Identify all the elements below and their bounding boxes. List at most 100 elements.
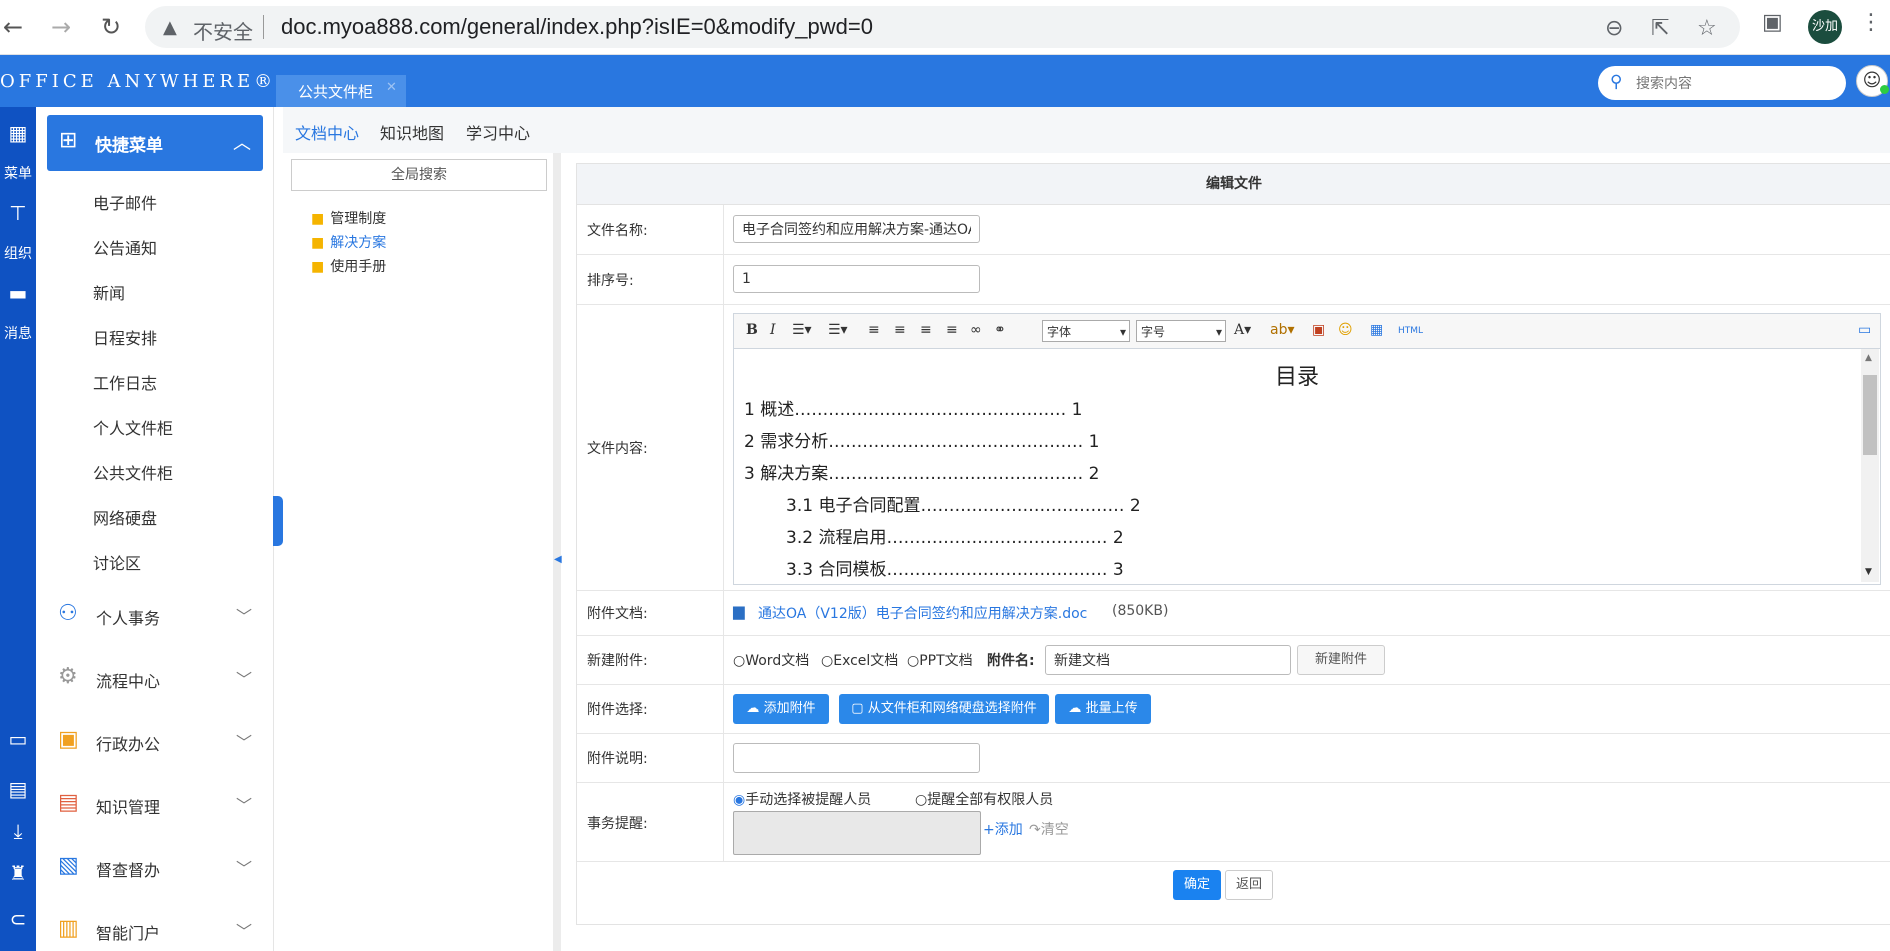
close-icon[interactable]: ✕ bbox=[386, 80, 397, 95]
rail-label-menu[interactable]: 菜单 bbox=[0, 163, 36, 183]
attachment-desc-input[interactable] bbox=[733, 743, 980, 773]
reminder-users-box[interactable] bbox=[733, 811, 981, 855]
table-icon[interactable]: ▦ bbox=[1370, 322, 1383, 338]
toggle-icon[interactable]: ⊂ bbox=[0, 907, 36, 931]
html-source-icon[interactable]: HTML bbox=[1398, 326, 1423, 336]
bold-icon[interactable]: B bbox=[746, 322, 758, 338]
rail-label-message[interactable]: 消息 bbox=[0, 323, 36, 343]
fullscreen-icon[interactable]: ▭ bbox=[1858, 322, 1871, 338]
link-icon[interactable]: ∞ bbox=[970, 322, 982, 338]
shirt-icon[interactable]: ♜ bbox=[0, 861, 36, 885]
divider bbox=[723, 783, 724, 861]
confirm-button[interactable]: 确定 bbox=[1173, 870, 1221, 900]
attachment-link[interactable]: 通达OA（V12版）电子合同签约和应用解决方案.doc bbox=[758, 603, 1087, 623]
quick-menu-header[interactable]: ⊞ 快捷菜单 ︿ bbox=[47, 115, 263, 171]
unlink-icon[interactable]: ⚭ bbox=[994, 322, 1006, 338]
select-from-cabinet-button[interactable]: ▢ 从文件柜和网络硬盘选择附件 bbox=[839, 694, 1049, 724]
radio-excel[interactable]: ○Excel文档 bbox=[821, 650, 898, 670]
align-right-icon[interactable]: ≡ bbox=[920, 322, 932, 338]
tab-public-cabinet[interactable]: 公共文件柜 ✕ bbox=[276, 75, 406, 107]
back-button[interactable]: 返回 bbox=[1225, 870, 1273, 900]
attach-name-input[interactable] bbox=[1045, 645, 1291, 675]
highlight-icon[interactable]: ab▾ bbox=[1270, 322, 1295, 338]
align-center-icon[interactable]: ≡ bbox=[894, 322, 906, 338]
font-size-select[interactable]: 字号 ▾ bbox=[1136, 320, 1226, 342]
add-attachment-button[interactable]: ☁ 添加附件 bbox=[733, 694, 829, 724]
editor-content[interactable]: 目录 1 概述………………………………………… 1 2 需求分析……………………… bbox=[734, 349, 1860, 582]
collapse-left-icon[interactable]: ◀ bbox=[554, 554, 562, 565]
menu-collapse-handle[interactable] bbox=[273, 496, 283, 546]
menu-item-email[interactable]: 电子邮件 bbox=[93, 190, 157, 214]
menu-item-forum[interactable]: 讨论区 bbox=[93, 550, 141, 574]
editor-scrollbar[interactable]: ▲ ▼ bbox=[1861, 349, 1879, 582]
section-workflow[interactable]: ⚙ 流程中心 ﹀ bbox=[36, 658, 273, 698]
italic-icon[interactable]: I bbox=[770, 322, 776, 338]
order-input[interactable] bbox=[733, 265, 980, 293]
search-input[interactable] bbox=[1634, 70, 1838, 98]
batch-upload-button[interactable]: ☁ 批量上传 bbox=[1055, 694, 1151, 724]
menu-item-netdisk[interactable]: 网络硬盘 bbox=[93, 505, 157, 529]
message-icon[interactable]: ▬ bbox=[0, 281, 36, 305]
tab-doc-center[interactable]: 文档中心 bbox=[295, 120, 359, 144]
radio-ppt[interactable]: ○PPT文档 bbox=[907, 650, 973, 670]
side-panel-icon[interactable]: ▣ bbox=[1762, 10, 1783, 35]
monitor-icon[interactable]: ▭ bbox=[0, 727, 36, 751]
global-search-box[interactable]: ⚲ bbox=[1598, 66, 1846, 100]
tab-knowledge-map[interactable]: 知识地图 bbox=[380, 120, 444, 144]
rich-text-editor[interactable]: B I ☰▾ ☰▾ ≡ ≡ ≡ ≡ ∞ ⚭ 字体 ▾ 字号 ▾ A▾ ab▾ ▣ ☺… bbox=[733, 313, 1881, 585]
notes-icon[interactable]: ▤ bbox=[0, 777, 36, 801]
menu-item-personal-cabinet[interactable]: 个人文件柜 bbox=[93, 415, 173, 439]
folder-item[interactable]: ■ 使用手册 bbox=[311, 256, 386, 276]
unordered-list-icon[interactable]: ☰▾ bbox=[828, 322, 848, 338]
scroll-up-icon[interactable]: ▲ bbox=[1865, 353, 1872, 363]
panel-splitter[interactable] bbox=[553, 153, 561, 951]
image-icon[interactable]: ▣ bbox=[1312, 322, 1325, 338]
align-left-icon[interactable]: ≡ bbox=[868, 322, 880, 338]
section-personal[interactable]: ⚇ 个人事务 ﹀ bbox=[36, 595, 273, 635]
ordered-list-icon[interactable]: ☰▾ bbox=[792, 322, 812, 338]
align-justify-icon[interactable]: ≡ bbox=[946, 322, 958, 338]
radio-remind-all[interactable]: ○提醒全部有权限人员 bbox=[915, 789, 1053, 809]
folder-item-selected[interactable]: ■ 解决方案 bbox=[311, 232, 386, 252]
menu-item-public-cabinet[interactable]: 公共文件柜 bbox=[93, 460, 173, 484]
menu-item-notice[interactable]: 公告通知 bbox=[93, 235, 157, 259]
section-portal[interactable]: ▥ 智能门户 ﹀ bbox=[36, 910, 273, 950]
clear-reminder-link[interactable]: ↷清空 bbox=[1029, 819, 1069, 839]
back-arrow-icon[interactable]: ← bbox=[0, 14, 26, 40]
menu-item-news[interactable]: 新闻 bbox=[93, 280, 125, 304]
profile-avatar[interactable]: 沙加 bbox=[1808, 10, 1842, 44]
org-icon[interactable]: ⊤ bbox=[0, 201, 36, 225]
download-icon[interactable]: ⤓ bbox=[0, 819, 36, 843]
grid-icon[interactable]: ▦ bbox=[0, 121, 36, 145]
folder-item[interactable]: ■ 管理制度 bbox=[311, 208, 386, 228]
share-icon[interactable]: ⇱ bbox=[1651, 16, 1669, 41]
radio-word[interactable]: ○Word文档 bbox=[733, 650, 809, 670]
address-bar[interactable]: ▲ 不安全 doc.myoa888.com/general/index.php?… bbox=[145, 6, 1740, 48]
scroll-thumb[interactable] bbox=[1863, 375, 1877, 455]
url-text[interactable]: doc.myoa888.com/general/index.php?isIE=0… bbox=[281, 14, 873, 40]
tab-learning-center[interactable]: 学习中心 bbox=[466, 120, 530, 144]
reload-icon[interactable]: ↻ bbox=[98, 14, 124, 40]
kebab-menu-icon[interactable]: ⋮ bbox=[1860, 10, 1882, 35]
menu-item-worklog[interactable]: 工作日志 bbox=[93, 370, 157, 394]
text-color-icon[interactable]: A▾ bbox=[1234, 322, 1251, 338]
folder-icon: ▢ bbox=[851, 701, 868, 716]
zoom-out-icon[interactable]: ⊖ bbox=[1605, 16, 1623, 41]
scroll-down-icon[interactable]: ▼ bbox=[1865, 567, 1872, 577]
section-knowledge[interactable]: ▤ 知识管理 ﹀ bbox=[36, 784, 273, 824]
font-family-select[interactable]: 字体 ▾ bbox=[1042, 320, 1130, 342]
section-admin[interactable]: ▣ 行政办公 ﹀ bbox=[36, 721, 273, 761]
global-search-button[interactable]: 全局搜索 bbox=[291, 159, 547, 191]
rail-label-org[interactable]: 组织 bbox=[0, 243, 36, 263]
menu-item-schedule[interactable]: 日程安排 bbox=[93, 325, 157, 349]
forward-arrow-icon[interactable]: → bbox=[48, 14, 74, 40]
new-attachment-button[interactable]: 新建附件 bbox=[1297, 645, 1385, 675]
form-title: 编辑文件 bbox=[577, 164, 1890, 205]
filename-input[interactable] bbox=[733, 215, 980, 243]
emoji-icon[interactable]: ☺ bbox=[1338, 322, 1353, 338]
chevron-up-icon[interactable]: ︿ bbox=[233, 129, 251, 155]
add-reminder-link[interactable]: +添加 bbox=[983, 819, 1023, 839]
section-supervision[interactable]: ▧ 督查督办 ﹀ bbox=[36, 847, 273, 887]
bookmark-star-icon[interactable]: ☆ bbox=[1697, 16, 1717, 41]
radio-manual-select[interactable]: ◉手动选择被提醒人员 bbox=[733, 789, 871, 809]
